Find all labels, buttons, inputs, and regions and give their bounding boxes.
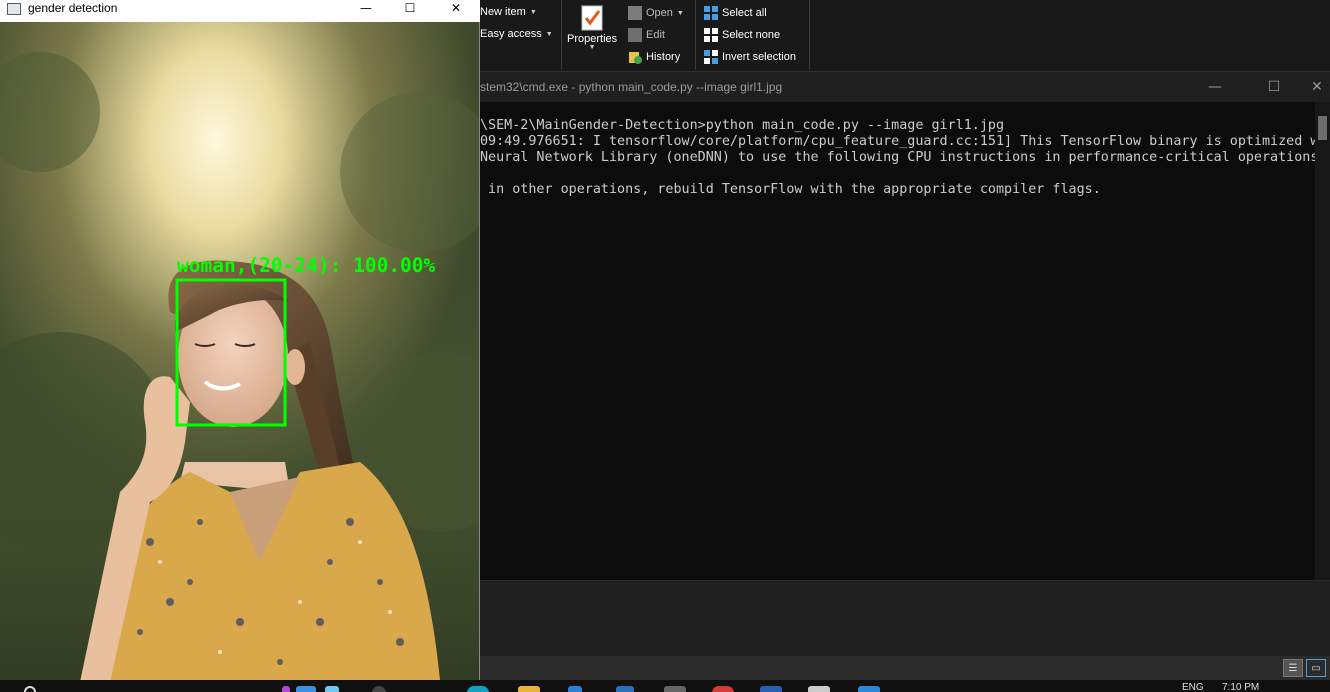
invert-selection-label: Invert selection bbox=[722, 51, 796, 63]
file-explorer-icon[interactable] bbox=[518, 686, 540, 692]
properties-icon bbox=[581, 5, 603, 31]
new-item-button[interactable]: New item ▼ bbox=[480, 6, 537, 18]
properties-button[interactable]: Properties ▼ bbox=[567, 5, 617, 51]
gd-maximize-button[interactable]: ☐ bbox=[387, 0, 433, 16]
ribbon-group-select: Select all Select none Invert selection bbox=[696, 0, 810, 70]
gd-titlebar[interactable]: gender detection — ☐ ✕ bbox=[0, 0, 480, 22]
edit-icon bbox=[628, 28, 642, 42]
chevron-down-icon: ▼ bbox=[676, 9, 684, 17]
select-none-label: Select none bbox=[722, 29, 781, 41]
history-label: History bbox=[646, 51, 681, 63]
app-icon[interactable] bbox=[616, 686, 634, 692]
maximize-icon: ☐ bbox=[404, 1, 416, 15]
select-all-button[interactable]: Select all bbox=[704, 6, 767, 20]
cmd-console[interactable]: \SEM-2\MainGender-Detection>python main_… bbox=[470, 102, 1315, 580]
cmd-window: stem32\cmd.exe - python main_code.py --i… bbox=[470, 71, 1330, 657]
close-icon: ✕ bbox=[450, 1, 462, 15]
cmd-minimize-button[interactable]: — bbox=[1192, 72, 1238, 102]
details-view-button[interactable]: ☰ bbox=[1283, 659, 1303, 677]
clock[interactable]: 7:10 PM bbox=[1222, 682, 1259, 692]
explorer-status-bar: ☰ ▭ bbox=[470, 656, 1330, 680]
select-none-icon bbox=[704, 28, 718, 42]
chrome-icon[interactable] bbox=[712, 686, 734, 692]
invert-selection-button[interactable]: Invert selection bbox=[704, 50, 796, 64]
gender-detection-window: gender detection — ☐ ✕ woman,(20-24): 10… bbox=[0, 0, 480, 680]
easy-access-button[interactable]: Easy access ▼ bbox=[480, 28, 553, 40]
word-icon[interactable] bbox=[760, 686, 782, 692]
minimize-icon: — bbox=[1208, 79, 1222, 95]
minimize-icon: — bbox=[360, 1, 372, 15]
app-icon bbox=[7, 3, 21, 15]
large-icons-view-icon: ▭ bbox=[1311, 662, 1321, 674]
open-label: Open bbox=[646, 7, 673, 19]
console-output: \SEM-2\MainGender-Detection>python main_… bbox=[480, 118, 1315, 198]
photo-canvas: woman,(20-24): 100.00% bbox=[0, 22, 479, 680]
close-icon: ✕ bbox=[1311, 79, 1323, 95]
ribbon-group-new: New item ▼ Easy access ▼ bbox=[470, 0, 562, 70]
cmd-maximize-button[interactable]: ☐ bbox=[1251, 72, 1297, 102]
app-icon[interactable] bbox=[664, 686, 686, 692]
console-line: 09:49.976651: I tensorflow/core/platform… bbox=[480, 134, 1315, 149]
gd-close-button[interactable]: ✕ bbox=[433, 0, 479, 16]
maximize-icon: ☐ bbox=[1267, 79, 1281, 95]
taskbar: ENG 7:10 PM bbox=[0, 680, 1330, 692]
desktop: New item ▼ Easy access ▼ Properties ▼ Op… bbox=[0, 0, 1330, 692]
select-all-icon bbox=[704, 6, 718, 20]
chevron-down-icon: ▼ bbox=[529, 8, 537, 16]
app-icon[interactable] bbox=[325, 686, 339, 692]
select-none-button[interactable]: Select none bbox=[704, 28, 780, 42]
detection-label: woman,(20-24): 100.00% bbox=[177, 254, 436, 277]
details-view-icon: ☰ bbox=[1288, 662, 1298, 674]
easy-access-label: Easy access bbox=[480, 28, 542, 40]
open-button[interactable]: Open ▼ bbox=[628, 6, 684, 20]
large-icons-view-button[interactable]: ▭ bbox=[1306, 659, 1326, 677]
select-all-label: Select all bbox=[722, 7, 767, 19]
chevron-down-icon: ▼ bbox=[588, 44, 596, 51]
cmd-title: stem32\cmd.exe - python main_code.py --i… bbox=[480, 80, 783, 94]
history-icon bbox=[629, 52, 642, 64]
console-line: \SEM-2\MainGender-Detection>python main_… bbox=[480, 118, 1005, 133]
history-button[interactable]: History bbox=[628, 50, 680, 64]
app-icon[interactable] bbox=[296, 686, 316, 692]
chevron-down-icon: ▼ bbox=[545, 30, 553, 38]
scroll-thumb[interactable] bbox=[1318, 116, 1327, 140]
edit-label: Edit bbox=[646, 29, 665, 41]
detection-image: woman,(20-24): 100.00% bbox=[0, 22, 479, 680]
app-icon[interactable] bbox=[372, 686, 386, 692]
gd-title: gender detection bbox=[28, 1, 118, 15]
gd-minimize-button[interactable]: — bbox=[343, 0, 389, 16]
invert-selection-icon bbox=[704, 50, 718, 64]
search-icon[interactable] bbox=[24, 686, 36, 692]
console-line: in other operations, rebuild TensorFlow … bbox=[480, 182, 1101, 197]
edit-button[interactable]: Edit bbox=[628, 28, 665, 42]
cmd-titlebar[interactable]: stem32\cmd.exe - python main_code.py --i… bbox=[470, 72, 1330, 102]
ribbon-group-open: Properties ▼ Open ▼ Edit History bbox=[562, 0, 696, 70]
terminal-icon[interactable] bbox=[858, 686, 880, 692]
cmd-close-button[interactable]: ✕ bbox=[1294, 72, 1330, 102]
language-indicator[interactable]: ENG bbox=[1182, 682, 1204, 692]
explorer-pane-behind bbox=[470, 580, 1330, 657]
open-icon bbox=[628, 6, 642, 20]
app-icon[interactable] bbox=[568, 686, 582, 692]
new-item-label: New item bbox=[480, 6, 526, 18]
edge-icon[interactable] bbox=[467, 686, 489, 692]
console-line: Neural Network Library (oneDNN) to use t… bbox=[480, 150, 1315, 165]
app-icon[interactable] bbox=[282, 686, 290, 692]
app-icon[interactable] bbox=[808, 686, 830, 692]
cmd-scrollbar[interactable] bbox=[1315, 102, 1330, 580]
